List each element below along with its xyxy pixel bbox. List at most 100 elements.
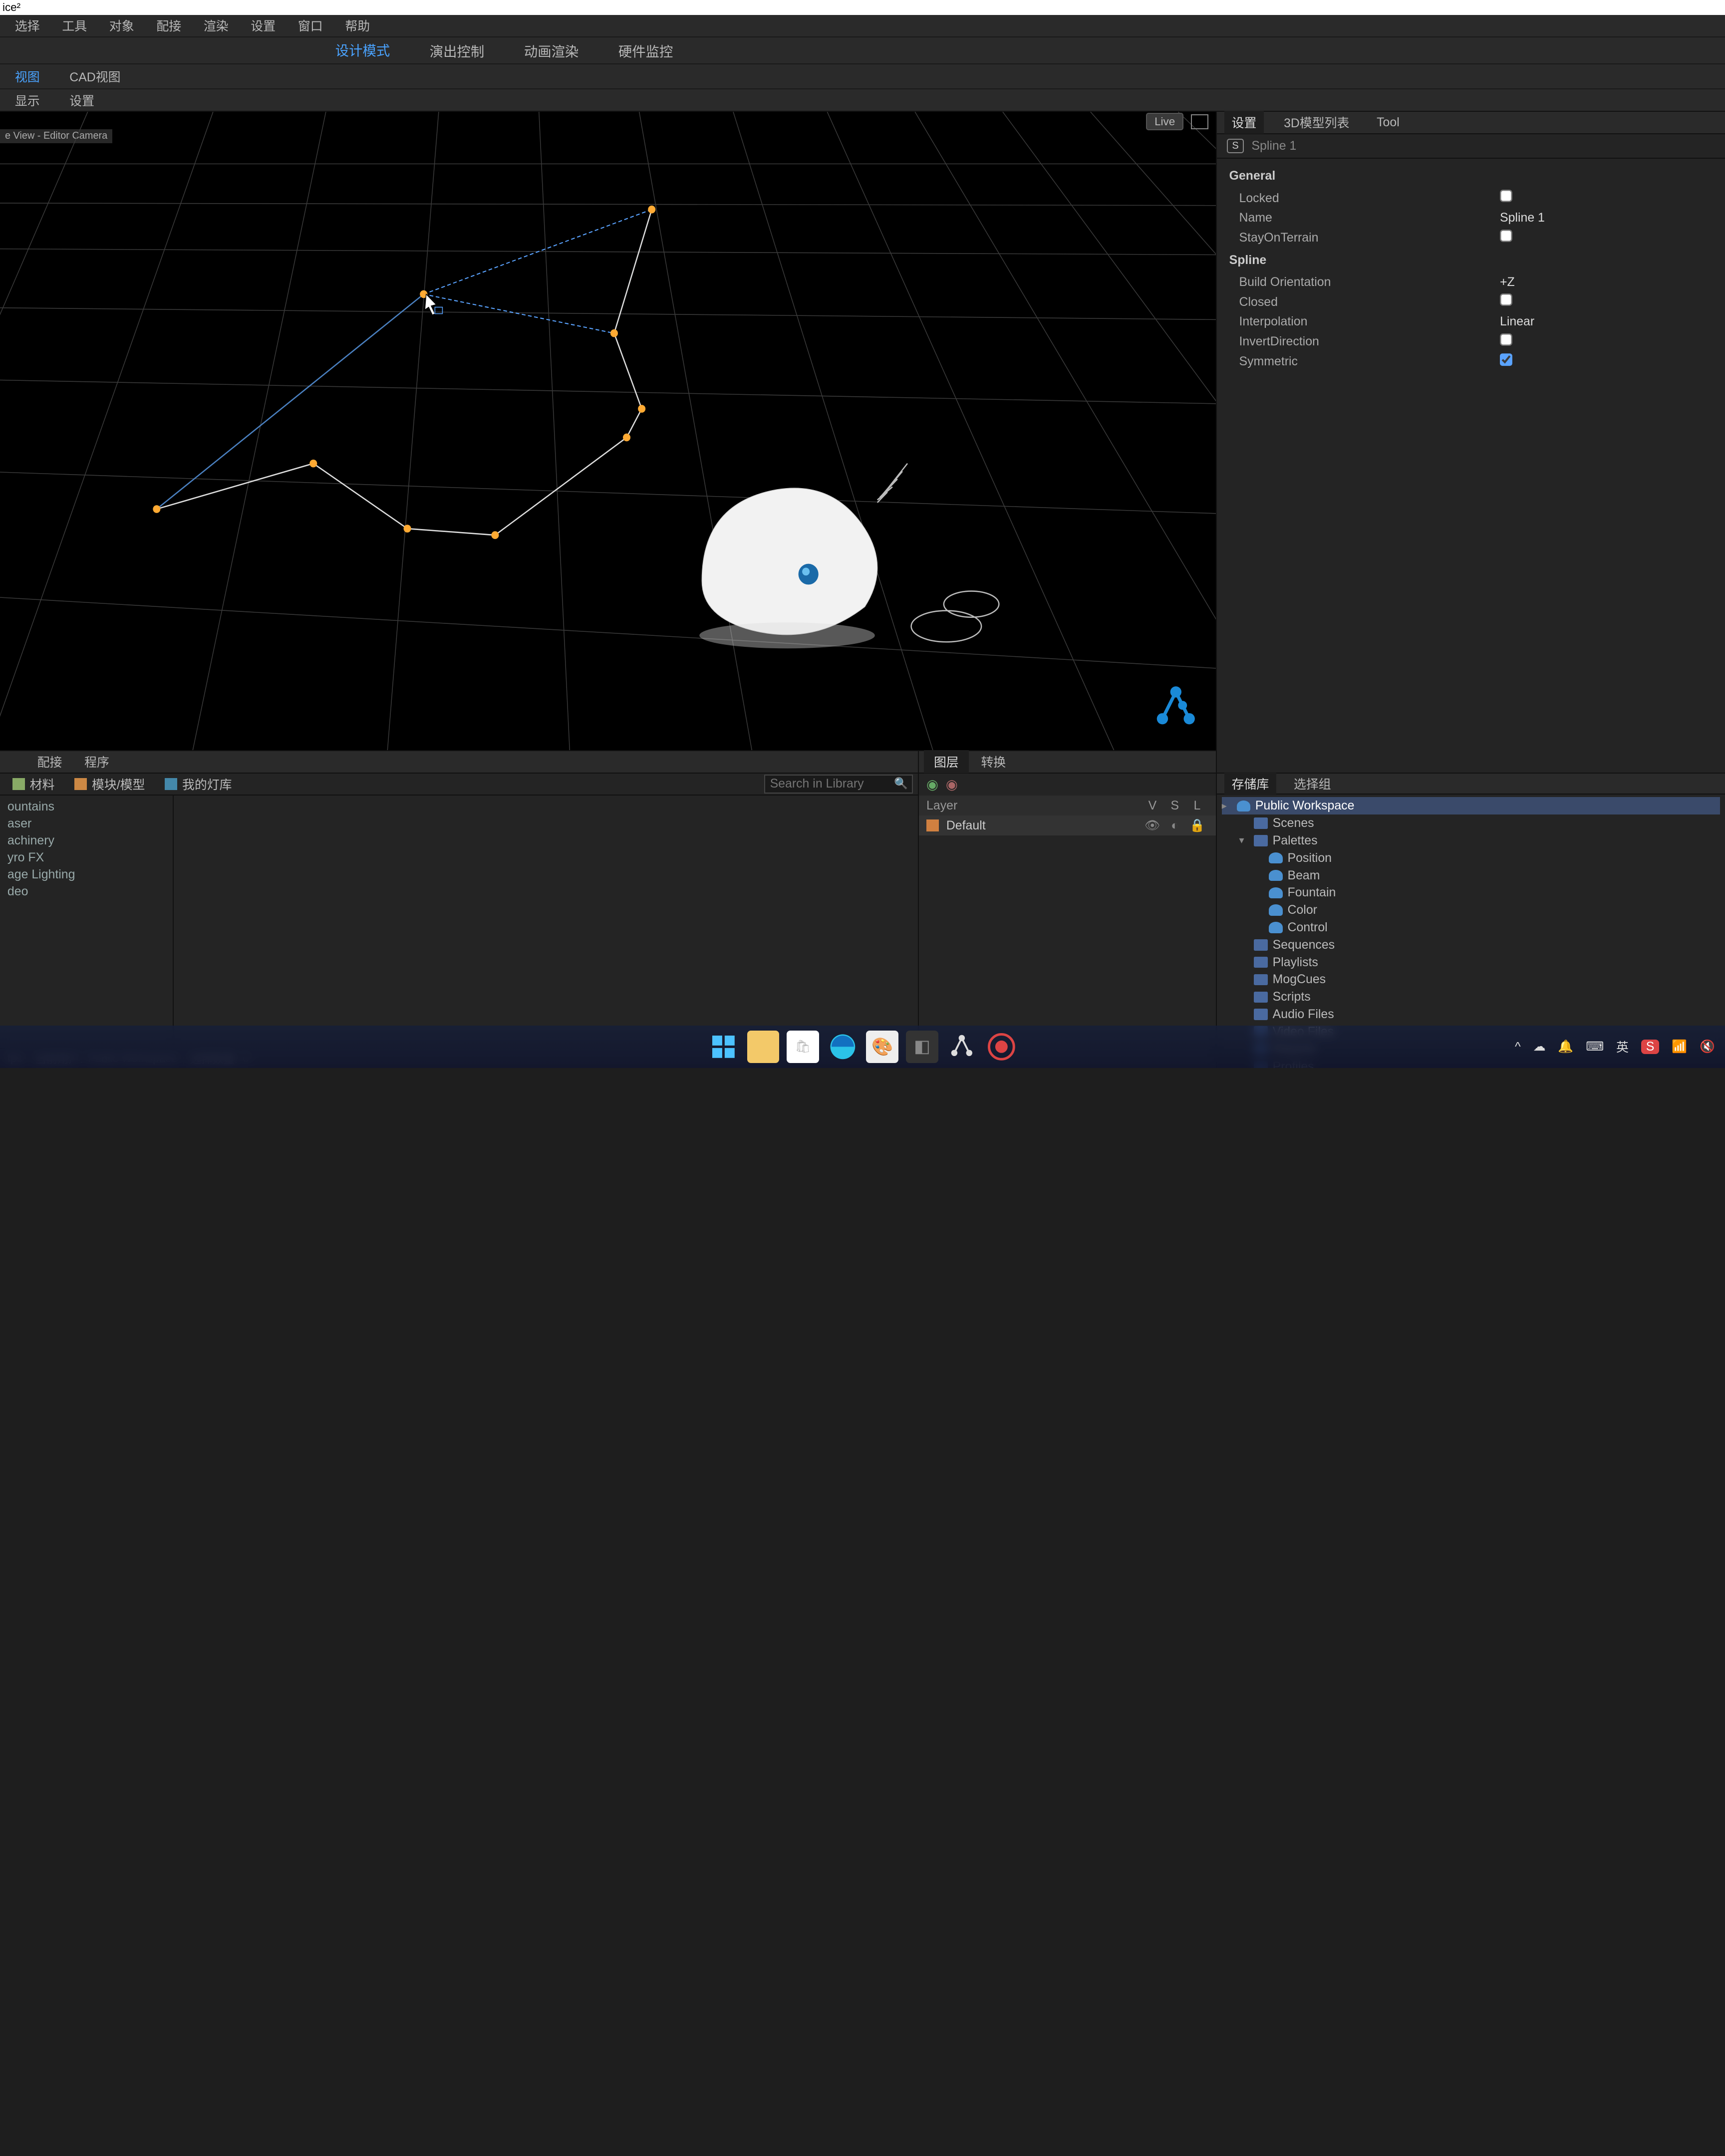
workspace-item[interactable]: Control	[1222, 919, 1720, 936]
mode-design[interactable]: 设计模式	[323, 34, 402, 66]
lib-tree-item[interactable]: age Lighting	[0, 866, 173, 883]
layer-remove-icon[interactable]: ◉	[946, 777, 958, 793]
insp-tab-settings[interactable]: 设置	[1224, 111, 1264, 134]
inspector-row: NameSpline 1	[1227, 208, 1715, 228]
viewport[interactable]: e View - Editor Camera Live	[0, 112, 1216, 750]
subtab-view[interactable]: 视图	[5, 65, 50, 88]
tool-row: 显示 设置	[0, 89, 1725, 112]
layer-add-icon[interactable]: ◉	[926, 777, 938, 793]
main-menu: 选择 工具 对象 配接 渲染 设置 窗口 帮助	[0, 15, 1725, 37]
tool-display[interactable]: 显示	[5, 89, 50, 112]
viewport-expand-icon[interactable]	[1191, 114, 1208, 129]
mode-show[interactable]: 演出控制	[417, 35, 497, 65]
menu-select[interactable]: 选择	[5, 14, 50, 37]
menu-render[interactable]: 渲染	[194, 14, 239, 37]
layer-color-swatch	[926, 819, 939, 832]
layer-tab-layers[interactable]: 图层	[924, 750, 969, 773]
inspector-row: InterpolationLinear	[1227, 312, 1715, 332]
lib-tree-item[interactable]: aser	[0, 815, 173, 832]
menu-patch[interactable]: 配接	[146, 14, 191, 37]
workspace-item[interactable]: Position	[1222, 849, 1720, 867]
subtab-cad[interactable]: CAD视图	[59, 65, 130, 88]
lib-tree-item[interactable]: yro FX	[0, 849, 173, 866]
inspector-row: InvertDirection	[1227, 332, 1715, 352]
workspace-item[interactable]: ▸Public Workspace	[1222, 797, 1720, 814]
start-icon[interactable]	[707, 1031, 740, 1063]
menu-window[interactable]: 窗口	[288, 14, 333, 37]
tray-lang-icon[interactable]: 英	[1616, 1038, 1629, 1056]
lib-tab-program[interactable]: 程序	[74, 750, 119, 773]
inspector-value[interactable]: +Z	[1500, 275, 1715, 289]
eye-icon[interactable]: 👁	[1141, 818, 1163, 833]
workspace-item[interactable]: Color	[1222, 901, 1720, 919]
lib-tab-blank[interactable]	[5, 759, 25, 764]
lib-chip-mylights[interactable]: 我的灯库	[157, 774, 239, 794]
store-icon[interactable]: 🛍	[787, 1031, 819, 1063]
lib-tab-patch[interactable]: 配接	[27, 750, 72, 773]
paint-icon[interactable]: 🎨	[866, 1031, 898, 1063]
workspace-item[interactable]: MogCues	[1222, 971, 1720, 989]
system-tray: ^ ☁ 🔔 ⌨ 英 S 📶 🔇	[1515, 1038, 1715, 1056]
tool-settings[interactable]: 设置	[59, 89, 104, 112]
workspace-item[interactable]: Audio Files	[1222, 1006, 1720, 1023]
insp-tab-3dlist[interactable]: 3D模型列表	[1276, 111, 1357, 134]
lib-tree-item[interactable]: deo	[0, 883, 173, 900]
workspace-item[interactable]: Fountain	[1222, 884, 1720, 901]
workspace-item[interactable]: Playlists	[1222, 954, 1720, 971]
workspace-item[interactable]: Beam	[1222, 867, 1720, 884]
inspector-value[interactable]: Linear	[1500, 314, 1715, 329]
lib-chip-material[interactable]: 材料	[5, 774, 62, 794]
library-search-input[interactable]	[764, 775, 913, 794]
inspector-checkbox[interactable]	[1500, 190, 1513, 203]
workspace-item[interactable]: Scripts	[1222, 988, 1720, 1006]
lock-icon[interactable]: 🔒	[1186, 818, 1208, 833]
lib-tree-item[interactable]: achinery	[0, 832, 173, 849]
app-icon[interactable]: ◧	[906, 1031, 938, 1063]
menu-tool[interactable]: 工具	[52, 14, 97, 37]
inspector-checkbox[interactable]	[1500, 353, 1513, 366]
workspace-item[interactable]: ▾Palettes	[1222, 832, 1720, 849]
mode-hardware[interactable]: 硬件监控	[606, 35, 685, 65]
mode-anim[interactable]: 动画渲染	[512, 35, 591, 65]
layer-row-default[interactable]: Default 👁 ◐ 🔒	[919, 815, 1216, 835]
ice-app-icon[interactable]	[946, 1031, 978, 1063]
workspace-item[interactable]: Scenes	[1222, 814, 1720, 832]
workspace-item-label: MogCues	[1273, 972, 1326, 987]
tray-cloud-icon[interactable]: ☁	[1533, 1039, 1546, 1054]
workspace-item[interactable]: Sequences	[1222, 936, 1720, 954]
inspector-checkbox[interactable]	[1500, 333, 1513, 347]
lib-chip-module[interactable]: 模块/模型	[67, 774, 152, 794]
inspector-row: Closed	[1227, 292, 1715, 312]
tray-badge-icon[interactable]: S	[1641, 1040, 1659, 1054]
record-icon[interactable]	[985, 1031, 1018, 1063]
viewport-canvas[interactable]	[0, 112, 1216, 750]
inspector-checkbox[interactable]	[1500, 230, 1513, 243]
tray-wifi-icon[interactable]: 📶	[1672, 1040, 1687, 1054]
person-icon	[1269, 922, 1282, 933]
workspace-item-label: Control	[1288, 920, 1328, 935]
inspector-checkbox[interactable]	[1500, 293, 1513, 307]
layer-tab-transform[interactable]: 转换	[971, 750, 1016, 773]
ws-tab-selgroup[interactable]: 选择组	[1286, 772, 1338, 795]
folder-icon	[1254, 835, 1267, 846]
person-icon	[1269, 887, 1282, 898]
viewport-live-button[interactable]: Live	[1146, 113, 1183, 130]
inspector-label: Name	[1227, 211, 1500, 225]
workspace-tabs: 存储库 选择组	[1217, 773, 1725, 795]
explorer-icon[interactable]	[747, 1031, 780, 1063]
tray-volume-icon[interactable]: 🔇	[1700, 1040, 1715, 1054]
workspace-item-label: Position	[1288, 851, 1332, 865]
ws-tab-repo[interactable]: 存储库	[1224, 772, 1276, 795]
tray-ime-icon[interactable]: ⌨	[1586, 1039, 1604, 1054]
tray-chevron-icon[interactable]: ^	[1515, 1040, 1521, 1054]
edge-icon[interactable]	[827, 1031, 859, 1063]
inspector-value[interactable]: Spline 1	[1500, 211, 1715, 225]
tray-bell-icon[interactable]: 🔔	[1558, 1040, 1573, 1054]
folder-icon	[1254, 817, 1267, 828]
select-icon[interactable]: ◐	[1163, 818, 1186, 833]
insp-tab-tool[interactable]: Tool	[1369, 113, 1407, 132]
menu-help[interactable]: 帮助	[335, 14, 380, 37]
menu-settings[interactable]: 设置	[241, 14, 286, 37]
lib-tree-item[interactable]: ountains	[0, 798, 173, 815]
menu-object[interactable]: 对象	[99, 14, 144, 37]
